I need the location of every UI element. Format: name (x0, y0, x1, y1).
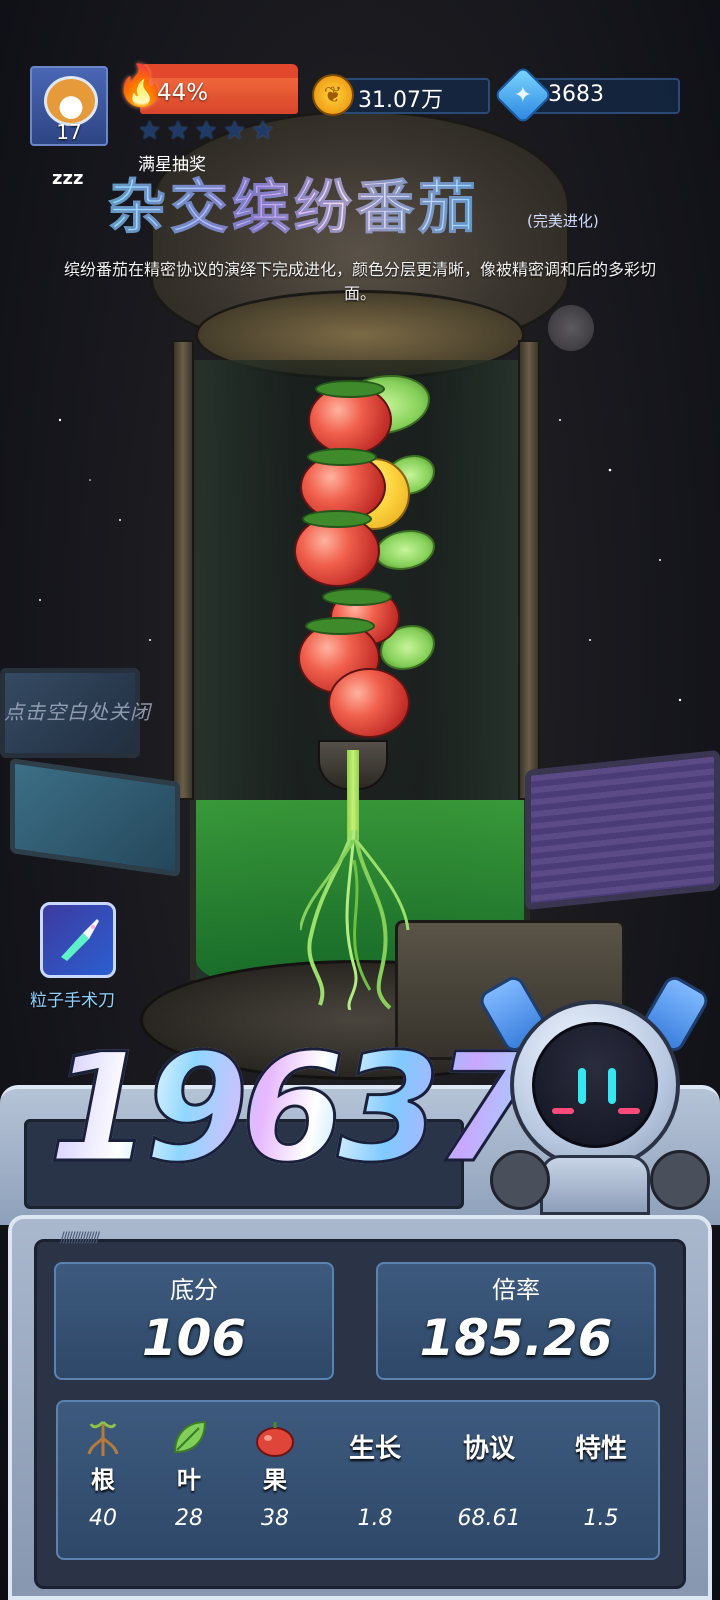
fruit-icon (256, 1422, 294, 1457)
plant-roots (300, 830, 410, 1010)
attribute-trait: 特性 1.5 (556, 1402, 646, 1531)
player-level: 17 (56, 120, 82, 144)
chamber-pillar-left (172, 340, 194, 800)
star-rating: ★ ★ ★ ★ ★ (138, 118, 275, 144)
multiplier-label: 倍率 (492, 1276, 540, 1304)
robot-mascot (470, 972, 720, 1230)
player-avatar[interactable]: 17 (30, 66, 108, 146)
plant-title: 杂交缤纷番茄 (107, 160, 480, 244)
coin-amount: 31.07万 (358, 88, 443, 113)
attribute-protocol-value: 68.61 (457, 1506, 521, 1531)
star-icon: ★ (194, 116, 218, 146)
monitor-right (525, 749, 720, 911)
base-score-label: 底分 (170, 1276, 218, 1304)
star-icon: ★ (166, 116, 190, 146)
panel-stripe: ////////////// (60, 1230, 100, 1246)
sparkle-orb (548, 305, 594, 351)
attribute-growth: 生长 1.8 (330, 1402, 420, 1531)
coin-icon: ❦ (312, 74, 354, 116)
attribute-fruit-value: 38 (261, 1506, 289, 1531)
multiplier-value: 185.26 (419, 1309, 613, 1367)
star-icon: ★ (222, 116, 247, 146)
multiplier-box: 倍率 185.26 (376, 1262, 656, 1380)
attribute-leaf-value: 28 (175, 1506, 203, 1531)
attribute-protocol: 协议 68.61 (444, 1402, 534, 1531)
scalpel-icon (61, 919, 99, 961)
plant-description: 缤纷番茄在精密协议的演绎下完成进化，颜色分层更清晰，像被精密调和后的多彩切面。 (63, 260, 656, 303)
base-score-value: 106 (141, 1309, 247, 1367)
star-icon: ★ (251, 116, 275, 146)
attribute-leaf: 叶 28 (144, 1402, 234, 1531)
attribute-growth-value: 1.8 (357, 1506, 393, 1531)
gem-amount: 3683 (548, 82, 604, 107)
base-score-box: 底分 106 (54, 1262, 334, 1380)
attribute-trait-value: 1.5 (583, 1506, 619, 1531)
leaf-icon (173, 1420, 207, 1454)
attribute-table: 根 40 叶 28 果 38 生长 1.8 协议 68.61 特性 1.5 (56, 1400, 660, 1560)
energy-percent: 44% (157, 80, 209, 106)
attribute-root-value: 40 (89, 1506, 117, 1531)
star-icon: ★ (138, 116, 162, 146)
total-score: 19637 (47, 1021, 540, 1198)
evolution-tag: (完美进化) (527, 212, 599, 230)
particle-scalpel-label: 粒子手术刀 (30, 991, 115, 1011)
shiba-avatar-icon (44, 76, 98, 126)
particle-scalpel-button[interactable] (40, 902, 116, 978)
sleep-status: zzz (52, 168, 84, 189)
attribute-root: 根 40 (58, 1402, 148, 1531)
close-hint[interactable]: 点击空白处关闭 (4, 696, 151, 725)
chamber-pillar-right (518, 340, 540, 800)
attribute-fruit: 果 38 (230, 1402, 320, 1531)
root-icon (87, 1420, 119, 1456)
